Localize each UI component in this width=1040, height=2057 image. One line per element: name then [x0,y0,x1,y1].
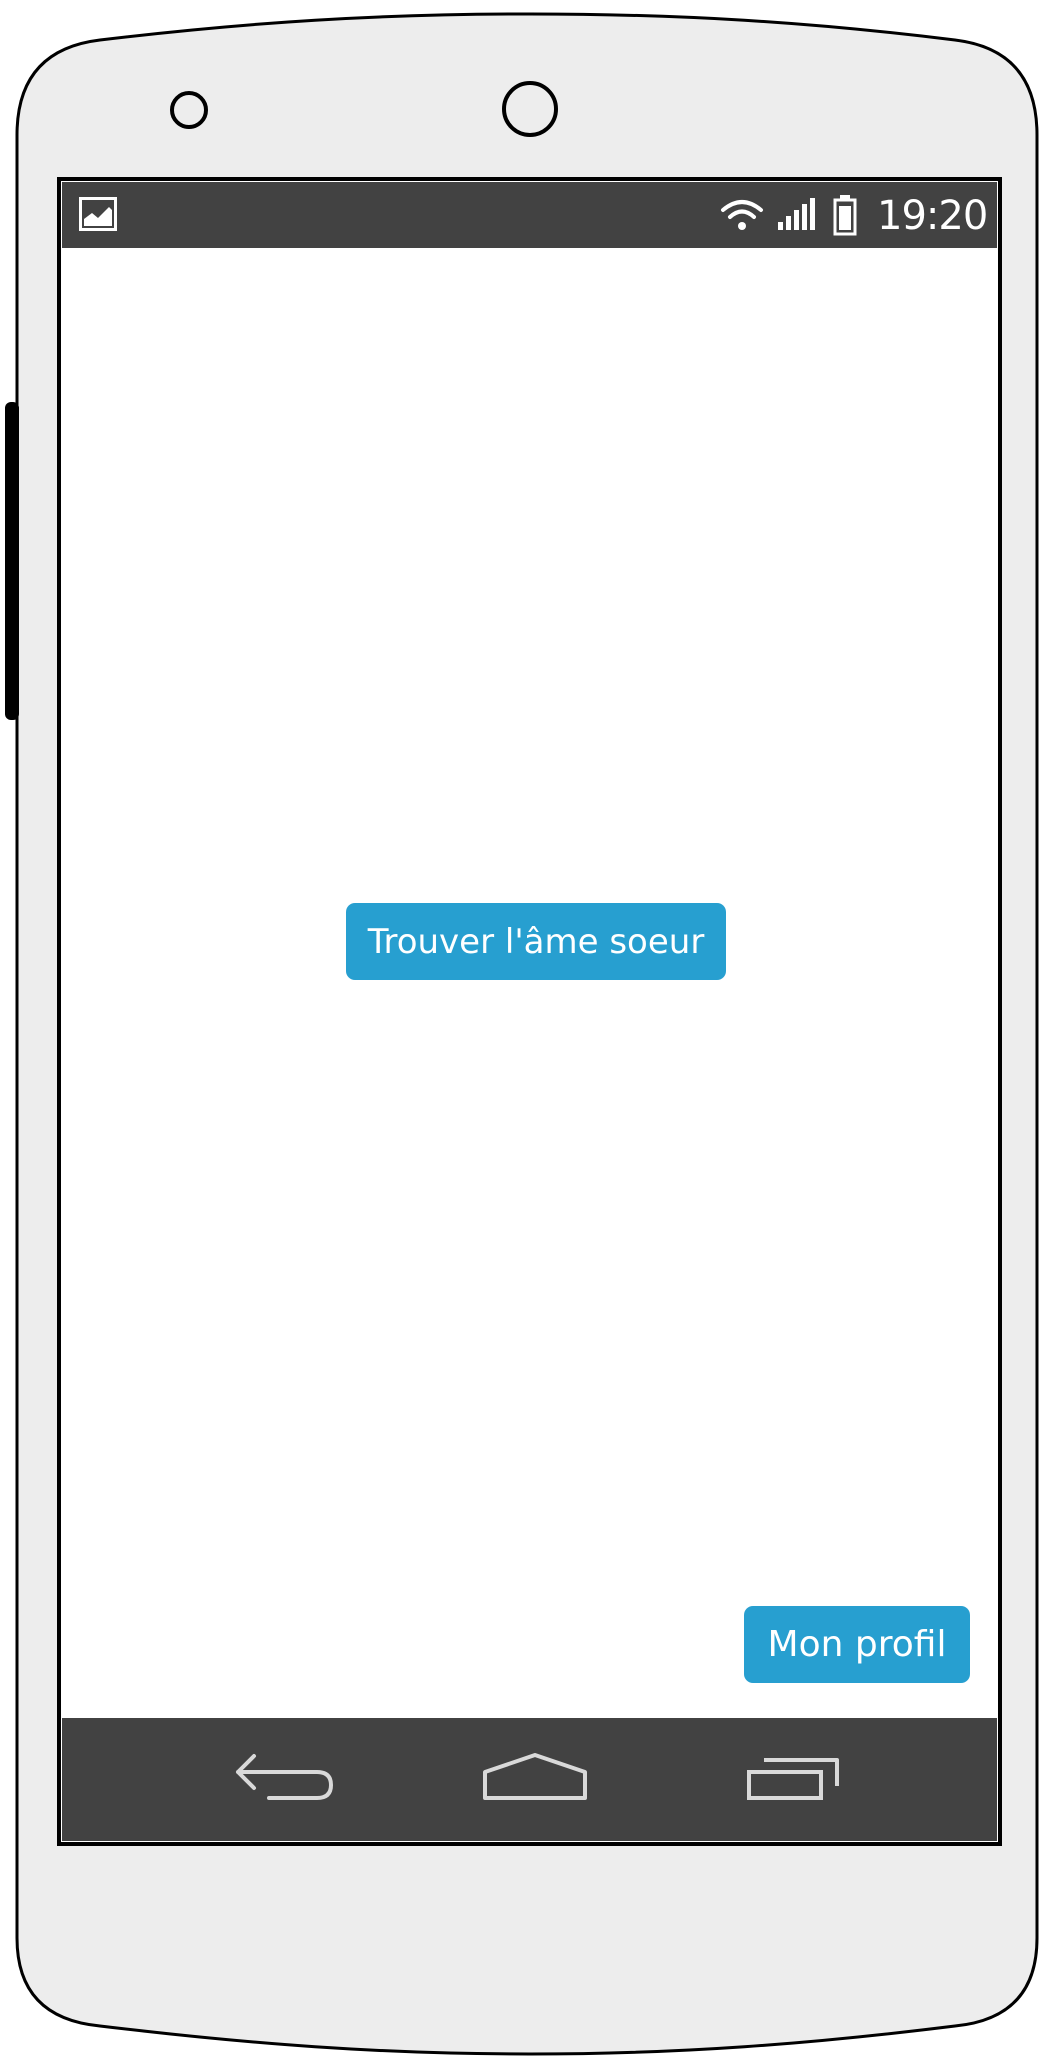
recents-button[interactable] [742,1748,852,1812]
navigation-bar [62,1718,997,1841]
gallery-icon [79,197,117,235]
my-profile-button[interactable]: Mon profil [744,1606,970,1683]
side-button [5,402,19,720]
battery-icon [832,194,858,240]
signal-icon [776,198,816,236]
home-icon [483,1753,587,1800]
back-button[interactable] [224,1748,334,1812]
status-time: 19:20 [877,193,988,239]
status-bar: 19:20 [62,182,997,248]
find-soulmate-button[interactable]: Trouver l'âme soeur [346,903,726,980]
recents-icon [747,1758,839,1800]
screen-content: Trouver l'âme soeur Mon profil [62,248,997,1718]
back-icon [236,1754,333,1800]
home-button[interactable] [480,1748,590,1812]
wifi-icon [720,197,764,235]
